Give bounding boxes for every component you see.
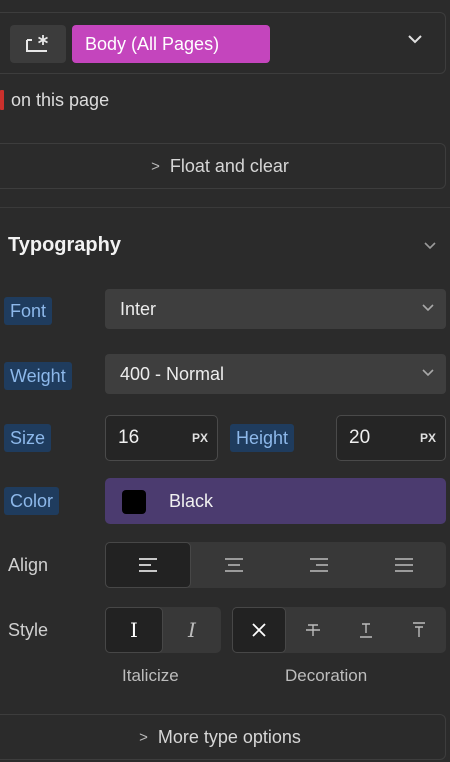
italic-on-glyph: I bbox=[188, 618, 196, 642]
decoration-caption: Decoration bbox=[285, 666, 368, 685]
height-label: Height bbox=[230, 424, 295, 452]
italic-off-button[interactable]: I bbox=[105, 607, 163, 653]
font-select[interactable]: Inter bbox=[105, 289, 446, 329]
float-clear-label: Float and clear bbox=[169, 155, 289, 176]
on-page-text: on this page bbox=[11, 89, 110, 110]
decoration-segmented-control bbox=[232, 607, 446, 653]
element-selector-icon bbox=[26, 35, 48, 52]
size-value: 16 bbox=[118, 427, 140, 448]
color-picker[interactable]: Black bbox=[105, 478, 446, 524]
strikethrough-icon bbox=[305, 624, 320, 636]
height-value: 20 bbox=[349, 427, 371, 448]
more-type-options-toggle[interactable]: > More type options bbox=[0, 714, 446, 760]
color-swatch[interactable] bbox=[122, 490, 146, 514]
weight-value: 400 - Normal bbox=[120, 364, 225, 384]
font-value: Inter bbox=[120, 299, 157, 319]
float-clear-toggle[interactable]: > Float and clear bbox=[0, 143, 446, 189]
more-type-options-label: More type options bbox=[157, 726, 301, 747]
style-label: Style bbox=[8, 620, 49, 640]
align-left-icon bbox=[139, 558, 157, 572]
underline-icon bbox=[359, 623, 372, 638]
chevron-right-icon: > bbox=[139, 728, 148, 746]
chevron-right-icon: > bbox=[151, 157, 160, 175]
chevron-down-icon bbox=[422, 304, 434, 312]
chevron-down-icon bbox=[422, 369, 434, 377]
align-justify-icon bbox=[394, 558, 413, 572]
chevron-down-icon[interactable] bbox=[424, 242, 436, 250]
element-selector-button[interactable] bbox=[10, 25, 66, 63]
italic-segmented-control: I I bbox=[105, 607, 221, 653]
section-divider bbox=[0, 207, 450, 208]
overline-button[interactable] bbox=[392, 607, 446, 653]
status-marker bbox=[0, 90, 4, 110]
overline-icon bbox=[413, 622, 425, 637]
typography-title: Typography bbox=[8, 234, 121, 256]
align-center-icon bbox=[224, 558, 243, 572]
italic-off-glyph: I bbox=[130, 618, 138, 642]
align-right-button[interactable] bbox=[276, 542, 361, 588]
chevron-down-icon[interactable] bbox=[407, 34, 423, 44]
weight-select[interactable]: 400 - Normal bbox=[105, 354, 446, 394]
selector-tag[interactable]: Body (All Pages) bbox=[72, 25, 270, 63]
underline-button[interactable] bbox=[339, 607, 392, 653]
decoration-none-icon bbox=[252, 623, 266, 637]
align-label: Align bbox=[8, 555, 49, 575]
style-panel: Body (All Pages) on this page > Float an… bbox=[0, 0, 450, 762]
height-unit[interactable]: PX bbox=[420, 416, 436, 460]
weight-label: Weight bbox=[4, 362, 72, 390]
size-unit[interactable]: PX bbox=[192, 416, 208, 460]
decoration-none-button[interactable] bbox=[232, 607, 286, 653]
selector-field[interactable]: Body (All Pages) bbox=[0, 12, 446, 74]
color-value: Black bbox=[169, 491, 214, 511]
align-center-button[interactable] bbox=[191, 542, 276, 588]
selector-info: on this page bbox=[0, 86, 109, 114]
align-right-icon bbox=[309, 558, 328, 572]
size-input[interactable]: 16 PX bbox=[105, 415, 218, 461]
size-label: Size bbox=[4, 424, 52, 452]
align-justify-button[interactable] bbox=[361, 542, 446, 588]
font-label: Font bbox=[4, 297, 53, 325]
italic-on-button[interactable]: I bbox=[163, 607, 221, 653]
align-segmented-control bbox=[105, 542, 446, 588]
italicize-caption: Italicize bbox=[122, 666, 179, 685]
align-left-button[interactable] bbox=[105, 542, 191, 588]
height-input[interactable]: 20 PX bbox=[336, 415, 446, 461]
strikethrough-button[interactable] bbox=[286, 607, 339, 653]
color-label: Color bbox=[4, 487, 60, 515]
